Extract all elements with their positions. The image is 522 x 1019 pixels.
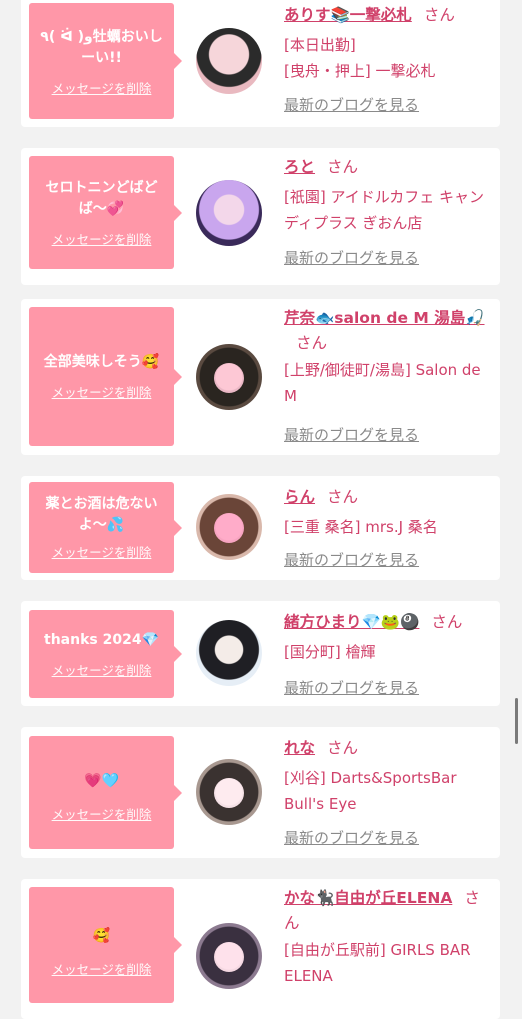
face-blur-icon	[214, 513, 244, 544]
message-text: 全部美味しそう🥰	[43, 354, 160, 370]
shop-info: [上野/御徒町/湯島] Salon de M	[284, 361, 481, 405]
message-card: 🥰 メッセージを削除 かな🐈‍⬛自由が丘ELENA さん [自由が丘駅前] GIR…	[21, 879, 500, 1019]
avatar[interactable]	[196, 180, 262, 246]
profile-info: ろと さん [祇園] アイドルカフェ キャンディプラス ぎおん店	[284, 154, 492, 236]
shop-info: [祇園] アイドルカフェ キャンディプラス ぎおん店	[284, 188, 485, 232]
profile-info: らん さん [三重 桑名] mrs.J 桑名	[284, 484, 492, 540]
message-card: 全部美味しそう🥰 メッセージを削除 芹奈🐟salon de M 湯島🎣 さん [上…	[21, 299, 500, 455]
delete-message-link[interactable]: メッセージを削除	[52, 804, 152, 823]
message-card: 💗🩵 メッセージを削除 れな さん [刈谷] Darts&SportsBar Bu…	[21, 727, 500, 858]
profile-info: ありす📚一撃必札 さん [本日出勤] [曳舟・押上] 一撃必札	[284, 2, 492, 84]
name-suffix: さん	[327, 158, 359, 176]
latest-blog-link[interactable]: 最新のブログを見る	[284, 549, 419, 570]
profile-info: 芹奈🐟salon de M 湯島🎣 さん [上野/御徒町/湯島] Salon de…	[284, 305, 492, 409]
message-bubble: 薬とお酒は危ないよ〜💦 メッセージを削除	[29, 482, 182, 573]
avatar[interactable]	[196, 923, 262, 989]
message-text: ٩( ᐛ )و牡蠣おいしーい!!	[40, 29, 163, 66]
latest-blog-link[interactable]: 最新のブログを見る	[284, 677, 419, 698]
shop-info: [三重 桑名] mrs.J 桑名	[284, 518, 438, 536]
avatar[interactable]	[196, 620, 262, 686]
name-suffix: さん	[327, 739, 359, 757]
message-text: 💗🩵	[84, 772, 119, 789]
scrollbar[interactable]	[515, 698, 518, 744]
message-bubble: 全部美味しそう🥰 メッセージを削除	[29, 307, 182, 446]
message-text: 🥰	[92, 928, 111, 944]
face-blur-icon	[214, 778, 244, 809]
avatar[interactable]	[196, 759, 262, 825]
shop-info: [曳舟・押上] 一撃必札	[284, 62, 436, 80]
profile-name-link[interactable]: ありす📚一撃必札	[284, 6, 412, 24]
message-bubble: ٩( ᐛ )و牡蠣おいしーい!! メッセージを削除	[29, 3, 182, 119]
name-suffix: さん	[431, 613, 463, 631]
profile-info: 緒方ひまり💎🐸🎱 さん [国分町] 檜輝	[284, 609, 492, 665]
message-text: セロトニンどばどば〜💞	[45, 179, 158, 217]
delete-message-link[interactable]: メッセージを削除	[52, 959, 152, 978]
latest-blog-link[interactable]: 最新のブログを見る	[284, 424, 419, 445]
delete-message-link[interactable]: メッセージを削除	[52, 542, 152, 561]
profile-name-link[interactable]: れな	[284, 739, 315, 757]
message-bubble: セロトニンどばどば〜💞 メッセージを削除	[29, 156, 182, 269]
message-card: thanks 2024💎 メッセージを削除 緒方ひまり💎🐸🎱 さん [国分町] 檜…	[21, 601, 500, 706]
message-text: 薬とお酒は危ないよ〜💦	[45, 496, 158, 533]
latest-blog-link[interactable]: 最新のブログを見る	[284, 247, 419, 268]
delete-message-link[interactable]: メッセージを削除	[52, 78, 152, 97]
delete-message-link[interactable]: メッセージを削除	[52, 229, 152, 248]
profile-name-link[interactable]: らん	[284, 488, 315, 506]
face-blur-icon	[214, 942, 244, 973]
latest-blog-link[interactable]: 最新のブログを見る	[284, 827, 419, 848]
message-bubble: thanks 2024💎 メッセージを削除	[29, 610, 182, 698]
message-text: thanks 2024💎	[44, 631, 159, 648]
profile-name-link[interactable]: 芹奈🐟salon de M 湯島🎣	[284, 309, 485, 327]
message-bubble: 💗🩵 メッセージを削除	[29, 736, 182, 849]
shop-info: [刈谷] Darts&SportsBar Bull's Eye	[284, 769, 457, 813]
name-suffix: さん	[327, 488, 359, 506]
name-suffix: さん	[296, 334, 328, 352]
shop-info: [自由が丘駅前] GIRLS BAR ELENA	[284, 941, 471, 985]
profile-name-link[interactable]: かな🐈‍⬛自由が丘ELENA	[284, 889, 452, 907]
delete-message-link[interactable]: メッセージを削除	[52, 660, 152, 679]
name-suffix: さん	[423, 6, 455, 24]
message-card: ٩( ᐛ )و牡蠣おいしーい!! メッセージを削除 ありす📚一撃必札 さん [本日…	[21, 0, 500, 127]
message-bubble: 🥰 メッセージを削除	[29, 887, 182, 1003]
profile-name-link[interactable]: ろと	[284, 158, 315, 176]
shop-info: [国分町] 檜輝	[284, 643, 376, 661]
message-card: セロトニンどばどば〜💞 メッセージを削除 ろと さん [祇園] アイドルカフェ キ…	[21, 148, 500, 285]
avatar[interactable]	[196, 494, 262, 560]
avatar[interactable]	[196, 28, 262, 94]
message-card: 薬とお酒は危ないよ〜💦 メッセージを削除 らん さん [三重 桑名] mrs.J …	[21, 476, 500, 580]
avatar[interactable]	[196, 344, 262, 410]
delete-message-link[interactable]: メッセージを削除	[52, 382, 152, 401]
profile-name-link[interactable]: 緒方ひまり💎🐸🎱	[284, 613, 419, 631]
face-blur-icon	[214, 363, 244, 394]
shop-info: [本日出勤]	[284, 36, 356, 54]
profile-info: かな🐈‍⬛自由が丘ELENA さん [自由が丘駅前] GIRLS BAR ELEN…	[284, 885, 492, 989]
profile-info: れな さん [刈谷] Darts&SportsBar Bull's Eye	[284, 735, 492, 817]
latest-blog-link[interactable]: 最新のブログを見る	[284, 94, 419, 115]
